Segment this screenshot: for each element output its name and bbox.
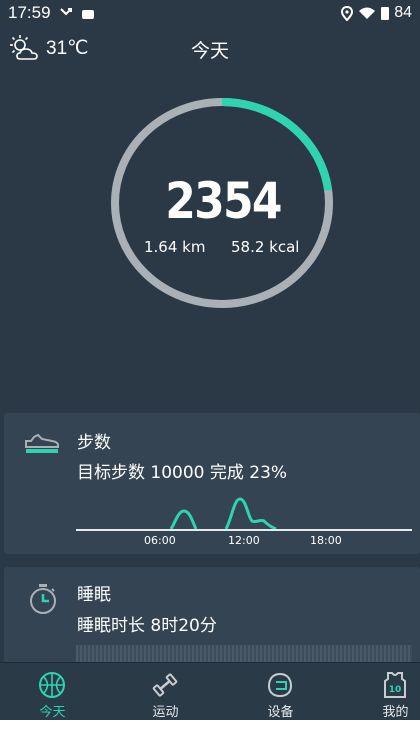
tab-device-label: 设备 <box>267 705 294 720</box>
distance-value: 1.64 km <box>144 238 206 256</box>
device-icon <box>267 672 293 698</box>
tab-mine[interactable]: 10 我的 <box>343 663 420 721</box>
tab-sport-label: 运动 <box>152 705 179 720</box>
system-nav-bar <box>0 720 420 731</box>
steps-timeline-chart <box>76 497 412 531</box>
steps-card-subtitle: 目标步数 10000 完成 23% <box>77 463 288 483</box>
time-label-1200: 12:00 <box>228 534 260 547</box>
calories-value: 58.2 kcal <box>231 238 300 256</box>
page-title: 今天 <box>190 40 229 62</box>
time-label-1800: 18:00 <box>310 534 342 547</box>
tab-today-label: 今天 <box>39 705 66 720</box>
steps-card[interactable]: 步数 目标步数 10000 完成 23% 06:00 12:00 18:00 <box>4 413 420 554</box>
dumbbell-icon <box>152 673 178 697</box>
basketball-icon <box>39 672 65 698</box>
time-label-0600: 06:00 <box>144 534 176 547</box>
status-time: 17:59 <box>8 3 51 22</box>
tab-today[interactable]: 今天 <box>0 663 105 721</box>
tab-device[interactable]: 设备 <box>228 663 333 721</box>
status-bar: 17:59 84 <box>0 0 420 26</box>
location-icon <box>341 5 354 21</box>
battery-icon <box>381 7 390 20</box>
step-count: 2354 <box>165 172 282 230</box>
jersey-number: 10 <box>389 685 402 695</box>
android-icon <box>81 10 94 19</box>
steps-card-title: 步数 <box>77 433 111 453</box>
jersey-icon: 10 <box>384 672 406 698</box>
missed-call-icon <box>59 8 72 16</box>
bottom-tab-bar: 今天 运动 设备 10 我的 <box>0 662 420 721</box>
sleep-card-subtitle: 睡眠时长 8时20分 <box>77 616 217 636</box>
sneaker-icon <box>25 433 59 453</box>
sleep-card-title: 睡眠 <box>77 585 111 605</box>
wifi-icon <box>359 7 376 19</box>
tab-mine-label: 我的 <box>382 705 409 720</box>
tab-sport[interactable]: 运动 <box>113 663 218 721</box>
battery-level: 84 <box>394 4 412 21</box>
sleep-timeline-bar <box>76 645 412 663</box>
sleep-card[interactable]: 睡眠 睡眠时长 8时20分 <box>4 567 420 667</box>
stopwatch-icon <box>30 584 56 614</box>
